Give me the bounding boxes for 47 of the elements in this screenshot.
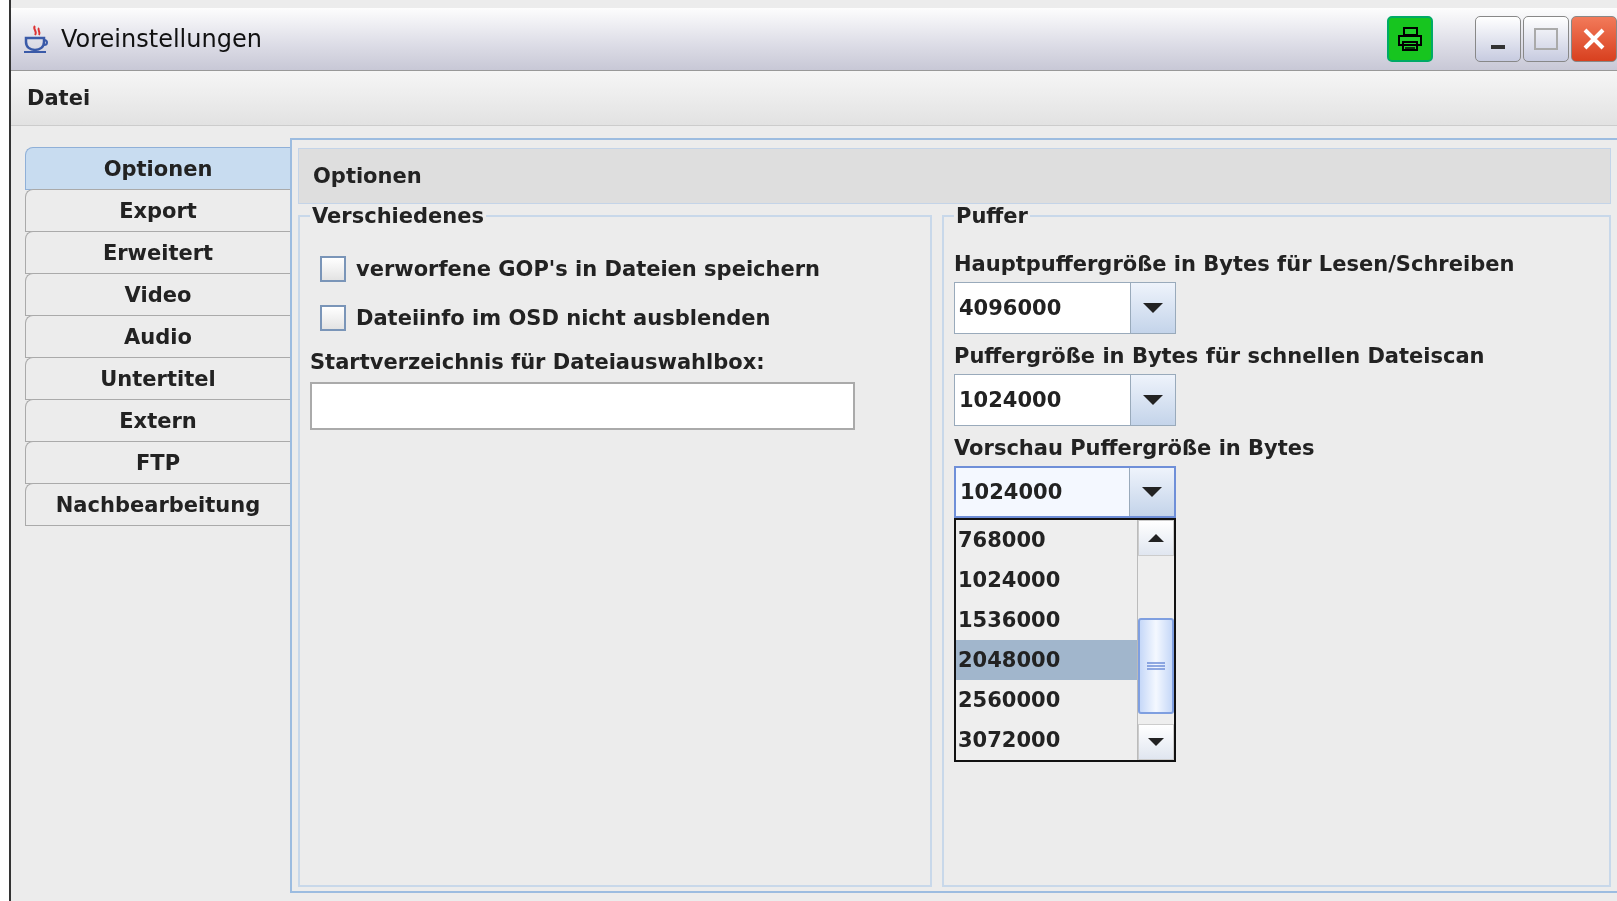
directory-field[interactable]: [310, 382, 855, 430]
sidebar-tab[interactable]: Nachbearbeitung: [25, 483, 290, 526]
combo-label: Hauptpuffergröße in Bytes für Lesen/Schreiben: [954, 252, 1516, 276]
checkbox-label: verworfene GOP's in Dateien speichern: [356, 256, 821, 281]
printer-button[interactable]: [1387, 16, 1433, 62]
close-button[interactable]: [1571, 16, 1617, 62]
down-triangle-icon: [1147, 737, 1165, 747]
scroll-up-button[interactable]: [1138, 520, 1174, 556]
checkbox[interactable]: [320, 304, 346, 331]
sidebar-tab[interactable]: Export: [25, 189, 290, 232]
combo-value: 1024000: [958, 387, 1063, 414]
dropdown-option[interactable]: 2560000: [956, 680, 1137, 720]
checkbox-label: Dateiinfo im OSD nicht ausblenden: [356, 305, 771, 330]
close-icon: [1581, 26, 1607, 52]
field-label: Startverzeichnis für Dateiauswahlbox:: [310, 350, 766, 374]
dropdown-arrow-button[interactable]: [1130, 375, 1175, 425]
combo-label: Vorschau Puffergröße in Bytes: [954, 436, 1316, 460]
minimize-button[interactable]: [1475, 16, 1521, 62]
printer-icon: [1395, 24, 1425, 54]
combo-box[interactable]: 1024000: [954, 374, 1176, 426]
scroll-thumb[interactable]: [1138, 618, 1174, 714]
dropdown-option[interactable]: 3072000: [956, 720, 1137, 760]
caret-icon: [1142, 394, 1164, 406]
caret-icon: [1142, 302, 1164, 314]
checkbox[interactable]: [320, 255, 346, 282]
scrollbar[interactable]: [1137, 520, 1174, 760]
up-triangle-icon: [1147, 533, 1165, 543]
coffee-cup-icon: [21, 24, 51, 54]
combo-box[interactable]: 4096000: [954, 282, 1176, 334]
dropdown-option[interactable]: 2048000: [956, 640, 1137, 680]
panel-title: Optionen: [313, 164, 422, 188]
scroll-down-button[interactable]: [1138, 724, 1174, 760]
caret-icon: [1141, 486, 1163, 498]
dropdown-arrow-button[interactable]: [1129, 468, 1174, 516]
dropdown-option[interactable]: 1024000: [956, 560, 1137, 600]
group-title: Verschiedenes: [311, 204, 485, 228]
dropdown-option[interactable]: 768000: [956, 520, 1137, 560]
window-title: Voreinstellungen: [61, 25, 262, 53]
combo-value: 1024000: [959, 479, 1064, 506]
combo-value: 4096000: [958, 295, 1063, 322]
menu-item[interactable]: Datei: [25, 82, 93, 114]
combo-box[interactable]: 1024000: [954, 466, 1176, 518]
dropdown-arrow-button[interactable]: [1130, 283, 1175, 333]
group-title: Puffer: [955, 204, 1029, 228]
dropdown-option[interactable]: 1536000: [956, 600, 1137, 640]
combo-label: Puffergröße in Bytes für schnellen Dateiscan: [954, 344, 1486, 368]
sidebar-tab[interactable]: Optionen: [25, 147, 290, 190]
